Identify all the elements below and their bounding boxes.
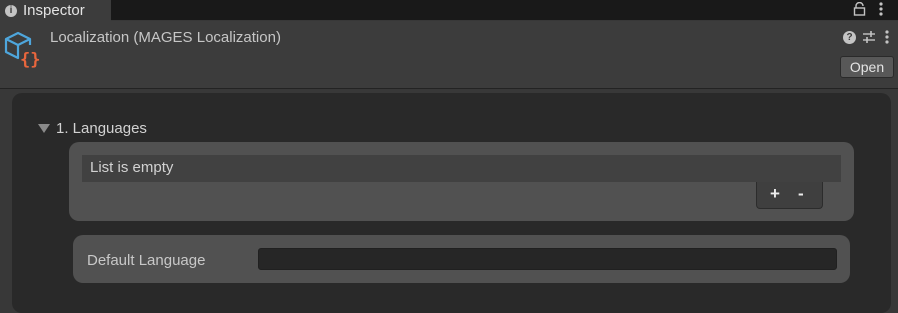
svg-text:{}: {} <box>20 50 40 68</box>
default-language-label: Default Language <box>87 252 206 269</box>
info-icon: i <box>5 5 17 17</box>
tab-bar: i Inspector <box>0 0 898 21</box>
remove-element-button[interactable]: - <box>798 184 804 204</box>
kebab-menu-icon[interactable] <box>879 2 883 21</box>
add-element-button[interactable]: + <box>770 184 780 204</box>
open-button[interactable]: Open <box>840 56 894 78</box>
list-controls: + - <box>756 182 823 209</box>
list-empty-row: List is empty <box>82 155 841 182</box>
preset-icon[interactable] <box>862 30 876 49</box>
help-icon[interactable]: ? <box>843 31 856 44</box>
script-component-icon: {} <box>3 30 41 73</box>
component-menu-icon[interactable] <box>885 30 889 49</box>
component-header: {} Localization (MAGES Localization) ? O… <box>0 21 898 89</box>
tab-label: Inspector <box>23 2 85 19</box>
foldout-arrow-icon[interactable] <box>38 124 50 133</box>
tab-inspector[interactable]: i Inspector <box>0 0 111 21</box>
list-empty-text: List is empty <box>90 159 174 176</box>
lock-icon[interactable] <box>853 1 866 21</box>
default-language-field[interactable] <box>258 248 837 270</box>
languages-foldout-label[interactable]: 1. Languages <box>56 120 147 137</box>
component-title: Localization (MAGES Localization) <box>50 29 281 46</box>
